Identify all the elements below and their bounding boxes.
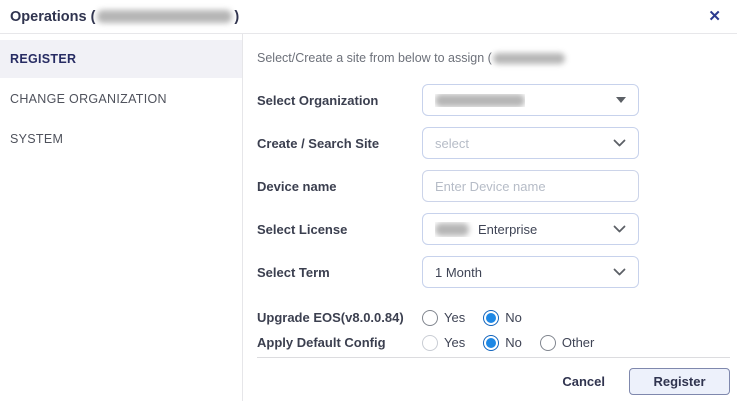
dialog-title-suffix: ) [234,9,239,25]
apply-default-config-option-yes[interactable]: Yes [422,335,465,351]
dialog-footer: Cancel Register [257,368,730,395]
upgrade-eos-option-yes[interactable]: Yes [422,310,465,326]
intro-text: Select/Create a site from below to assig… [257,50,730,66]
select-term-dropdown[interactable]: 1 Month [422,256,639,288]
row-select-term: Select Term 1 Month [257,256,730,288]
redacted-serial-number [493,53,565,64]
radio-disabled-icon [422,335,438,351]
apply-default-config-radio-group: Yes No Other [422,335,594,351]
upgrade-eos-label: Upgrade EOS(v8.0.0.84) [257,310,422,325]
row-apply-default-config: Apply Default Config Yes No Other [257,334,730,351]
sidebar-item-system[interactable]: SYSTEM [0,120,242,158]
select-organization-dropdown[interactable] [422,84,639,116]
upgrade-eos-option-no[interactable]: No [483,310,522,326]
cancel-button[interactable]: Cancel [562,374,605,389]
select-license-dropdown[interactable]: Enterprise [422,213,639,245]
radio-selected-icon [483,335,499,351]
option-label: No [505,335,522,350]
create-search-site-dropdown[interactable]: select [422,127,639,159]
sidebar-item-register[interactable]: REGISTER [0,40,242,78]
row-select-organization: Select Organization [257,84,730,116]
register-panel: Select/Create a site from below to assig… [243,34,737,401]
operations-dialog: Operations () ✕ REGISTER CHANGE ORGANIZA… [0,0,737,401]
chevron-down-icon [613,139,626,147]
select-term-label: Select Term [257,265,422,280]
sidebar-item-label: SYSTEM [10,132,63,146]
term-value: 1 Month [435,265,482,280]
site-placeholder: select [435,136,469,151]
sidebar: REGISTER CHANGE ORGANIZATION SYSTEM [0,34,243,401]
sidebar-item-label: REGISTER [10,52,76,66]
apply-default-config-option-no[interactable]: No [483,335,522,351]
apply-default-config-label: Apply Default Config [257,335,422,350]
dialog-body: REGISTER CHANGE ORGANIZATION SYSTEM Sele… [0,34,737,401]
apply-default-config-option-other[interactable]: Other [540,335,595,351]
row-device-name: Device name [257,170,730,202]
caret-down-icon [616,97,626,103]
row-create-search-site: Create / Search Site select [257,127,730,159]
redacted-serial-number [97,10,232,23]
radio-selected-icon [483,310,499,326]
device-name-label: Device name [257,179,422,194]
radio-unselected-icon [540,335,556,351]
chevron-down-icon [613,268,626,276]
dialog-title-prefix: Operations ( [10,9,95,25]
dialog-title: Operations () [10,9,239,25]
dialog-header: Operations () ✕ [0,0,737,34]
license-value: Enterprise [478,222,537,237]
select-license-label: Select License [257,222,422,237]
sidebar-item-change-organization[interactable]: CHANGE ORGANIZATION [0,80,242,118]
footer-divider [257,357,730,358]
intro-text-prefix: Select/Create a site from below to assig… [257,51,492,65]
device-name-input[interactable] [422,170,639,202]
row-select-license: Select License Enterprise [257,213,730,245]
select-organization-label: Select Organization [257,93,422,108]
close-icon[interactable]: ✕ [706,7,723,26]
chevron-down-icon [613,225,626,233]
sidebar-item-label: CHANGE ORGANIZATION [10,92,167,106]
register-button[interactable]: Register [629,368,730,395]
redacted-organization-value [435,94,525,107]
create-search-site-label: Create / Search Site [257,136,422,151]
upgrade-eos-radio-group: Yes No [422,310,522,326]
option-label: Yes [444,310,465,325]
option-label: Other [562,335,595,350]
row-upgrade-eos: Upgrade EOS(v8.0.0.84) Yes No [257,309,730,326]
radio-unselected-icon [422,310,438,326]
option-label: Yes [444,335,465,350]
option-label: No [505,310,522,325]
redacted-license-prefix [435,223,469,236]
